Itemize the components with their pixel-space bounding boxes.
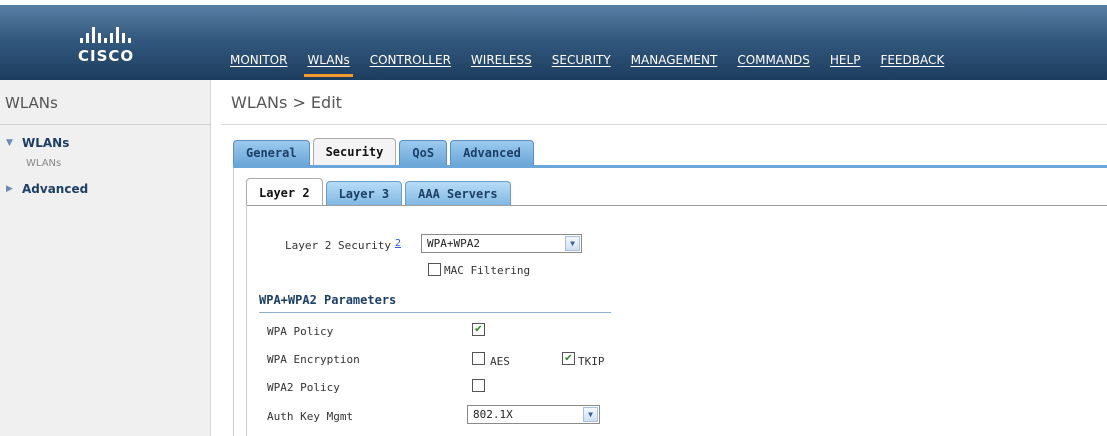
sidebar-item-advanced[interactable]: ▶ Advanced (6, 182, 88, 196)
tab-advanced[interactable]: Advanced (450, 140, 534, 165)
title-divider (221, 124, 1107, 125)
main-nav: MONITOR WLANs CONTROLLER WIRELESS SECURI… (230, 47, 964, 77)
wpa-policy-label: WPA Policy (267, 325, 334, 338)
subtab-aaa-servers[interactable]: AAA Servers (405, 181, 511, 206)
tkip-checkbox[interactable]: ✔ (562, 352, 575, 365)
wpa-section-title: WPA+WPA2 Parameters (259, 293, 397, 307)
nav-monitor[interactable]: MONITOR (230, 47, 287, 77)
layer2-security-select[interactable]: WPA+WPA2 ▼ (421, 234, 582, 253)
sidebar-title: WLANs (5, 94, 58, 112)
layer2-security-label: Layer 2 Security 2 (285, 238, 401, 252)
main-tabs: General Security QoS Advanced (233, 138, 537, 165)
sidebar-item-label: Advanced (22, 182, 89, 196)
subtabs-baseline (246, 205, 1107, 206)
checkmark-icon: ✔ (474, 323, 483, 335)
wpa-encryption-label: WPA Encryption (267, 353, 360, 366)
nav-help[interactable]: HELP (830, 47, 861, 77)
nav-wireless[interactable]: WIRELESS (471, 47, 532, 77)
mac-filtering-checkbox[interactable] (428, 263, 441, 276)
cisco-logo: CISCO (78, 25, 158, 69)
wpa2-policy-label: WPA2 Policy (267, 381, 340, 394)
auth-key-mgmt-select[interactable]: 802.1X ▼ (467, 405, 600, 424)
nav-wlans[interactable]: WLANs (304, 47, 353, 77)
nav-commands[interactable]: COMMANDS (737, 47, 810, 77)
layer2-security-label-text: Layer 2 Security (285, 239, 391, 252)
sidebar-divider (0, 124, 211, 125)
sidebar-subitem-wlans[interactable]: WLANs (26, 158, 61, 169)
page-title: WLANs > Edit (231, 93, 342, 112)
cisco-logo-text: CISCO (78, 47, 135, 65)
mac-filtering-label: MAC Filtering (444, 264, 531, 277)
wpa-section-divider (259, 312, 611, 313)
nav-management[interactable]: MANAGEMENT (631, 47, 718, 77)
security-subtabs: Layer 2 Layer 3 AAA Servers (246, 178, 514, 206)
sidebar: WLANs ▼ WLANs WLANs ▶ Advanced (0, 80, 211, 436)
sidebar-item-wlans[interactable]: ▼ WLANs (6, 136, 69, 150)
auth-key-mgmt-label: Auth Key Mgmt (267, 410, 354, 423)
nav-feedback[interactable]: FEEDBACK (880, 47, 944, 77)
chevron-down-icon: ▼ (583, 407, 598, 422)
subtab-layer2[interactable]: Layer 2 (246, 178, 323, 206)
subtab-layer3[interactable]: Layer 3 (325, 181, 403, 206)
cisco-logo-bars-icon (80, 25, 158, 43)
sidebar-item-label: WLANs (22, 136, 70, 150)
auth-key-mgmt-value: 802.1X (473, 408, 513, 421)
triangle-down-icon: ▼ (6, 138, 13, 148)
aes-checkbox[interactable] (472, 352, 485, 365)
help-link[interactable]: 2 (395, 238, 401, 249)
nav-security[interactable]: SECURITY (552, 47, 611, 77)
tab-qos[interactable]: QoS (399, 140, 448, 165)
tkip-label: TKIP (578, 355, 605, 368)
subpanel-border (246, 205, 247, 436)
tab-security[interactable]: Security (312, 138, 397, 165)
checkmark-icon: ✔ (564, 352, 573, 364)
top-header: CISCO MONITOR WLANs CONTROLLER WIRELESS … (0, 0, 1107, 80)
nav-controller[interactable]: CONTROLLER (370, 47, 451, 77)
triangle-right-icon: ▶ (6, 184, 13, 194)
layer2-security-value: WPA+WPA2 (427, 237, 480, 250)
wpa2-policy-checkbox[interactable] (472, 379, 485, 392)
wpa-policy-checkbox[interactable]: ✔ (472, 323, 485, 336)
aes-label: AES (490, 355, 510, 368)
tab-general[interactable]: General (233, 140, 310, 165)
chevron-down-icon: ▼ (565, 236, 580, 251)
